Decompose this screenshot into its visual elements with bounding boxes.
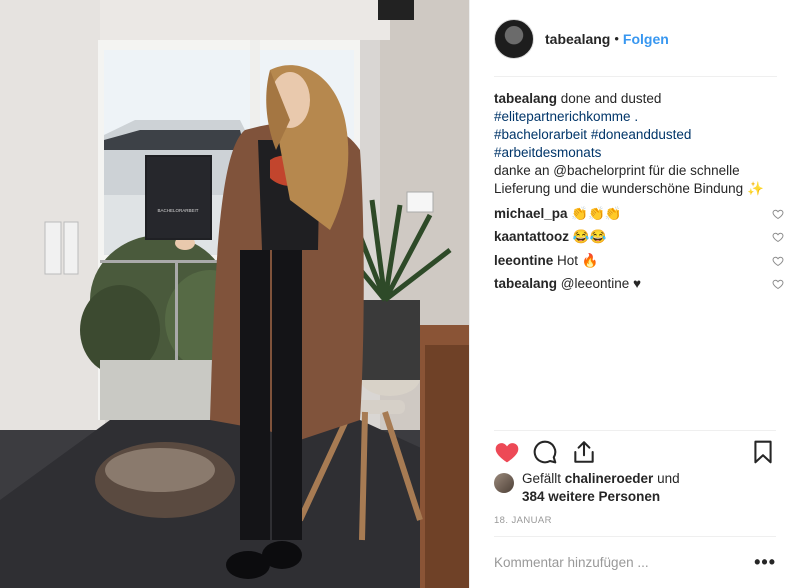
caption-hashtag[interactable]: #elitepartnerichkomme . (494, 108, 784, 126)
likes-suffix: und (653, 471, 680, 486)
comments-section: tabealang done and dusted #elitepartneri… (494, 90, 784, 296)
header-divider (494, 76, 777, 77)
post-date: 18. JANUAR (494, 515, 552, 526)
header-separator: • (614, 31, 619, 46)
likes-summary: Gefällt chalineroeder und 384 weitere Pe… (494, 470, 680, 506)
likes-prefix: Gefällt (522, 471, 565, 486)
caption-hashtag[interactable]: #bachelorarbeit #doneanddusted (494, 126, 784, 144)
caption-text: done and dusted (557, 91, 662, 106)
comment-row: michael_pa 👏👏👏 (494, 202, 784, 226)
likes-count-link[interactable]: 384 weitere Personen (522, 489, 660, 504)
post-header: tabealang • Folgen (470, 0, 800, 77)
comment-like-icon[interactable] (772, 255, 784, 267)
comment-text: 😂😂 (569, 229, 607, 245)
comment-username[interactable]: kaantattooz (494, 229, 569, 244)
comment-like-icon[interactable] (772, 208, 784, 220)
comment-like-icon[interactable] (772, 231, 784, 243)
caption-thanks-line: danke an @bachelorprint für die schnelle (494, 163, 740, 178)
comment-row: leeontine Hot 🔥 (494, 249, 784, 273)
heart-filled-icon[interactable] (494, 439, 520, 465)
caption-username[interactable]: tabealang (494, 91, 557, 106)
post-photo[interactable]: BACHELORARBEIT (0, 0, 469, 588)
post-sidebar: tabealang • Folgen tabealang done and du… (469, 0, 800, 588)
comment-row: tabealang @leeontine ♥ (494, 273, 784, 297)
comment-text: @leeontine ♥ (557, 276, 642, 292)
photo-illustration: BACHELORARBEIT (0, 0, 469, 588)
comment-text: 👏👏👏 (567, 205, 622, 221)
author-username[interactable]: tabealang (545, 31, 610, 47)
add-comment-bar: ••• (494, 536, 776, 588)
liker-avatar[interactable] (494, 473, 514, 493)
post-caption: tabealang done and dusted #elitepartneri… (494, 90, 784, 198)
comment-text: Hot 🔥 (553, 252, 599, 268)
author-avatar[interactable] (494, 18, 534, 59)
comment-username[interactable]: tabealang (494, 276, 557, 291)
caption-hashtag[interactable]: #arbeitdesmonats (494, 144, 784, 162)
comment-input[interactable] (494, 555, 734, 570)
bookmark-icon[interactable] (750, 439, 776, 465)
comment-username[interactable]: leeontine (494, 253, 553, 268)
comment-like-icon[interactable] (772, 278, 784, 290)
follow-button[interactable]: Folgen (623, 31, 669, 47)
share-icon[interactable] (571, 439, 597, 465)
caption-thanks-line: Lieferung und die wunderschöne Bindung ✨ (494, 181, 764, 196)
liker-username[interactable]: chalineroeder (565, 471, 654, 486)
post-actions (494, 430, 776, 472)
more-options-icon[interactable]: ••• (754, 552, 776, 573)
comment-username[interactable]: michael_pa (494, 206, 568, 221)
comment-row: kaantattooz 😂😂 (494, 226, 784, 250)
comment-bubble-icon[interactable] (532, 439, 558, 465)
book-title: BACHELORARBEIT (157, 208, 198, 213)
